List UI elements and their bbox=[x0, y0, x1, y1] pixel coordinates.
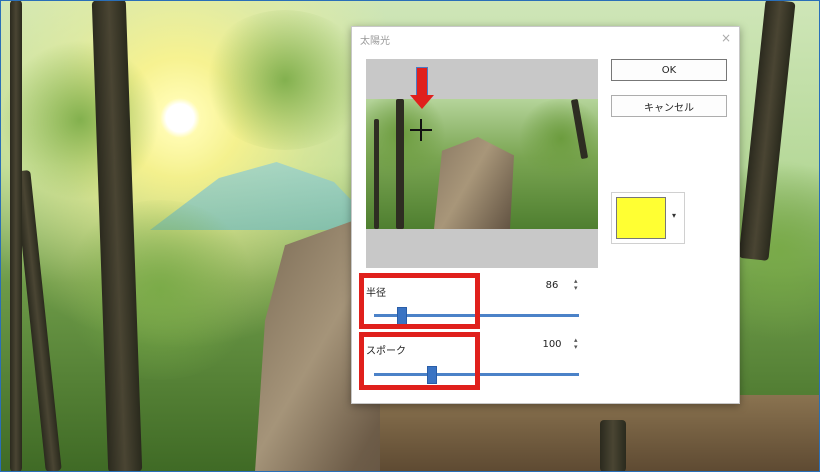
preview-rock bbox=[434, 137, 514, 229]
tree-stump bbox=[600, 420, 626, 472]
spoke-value-input[interactable]: 100 bbox=[538, 336, 566, 352]
color-swatch bbox=[616, 197, 666, 239]
sunlight-dialog: 太陽光 × OK キャンセル ▾ 半径 86 ▴ ▾ スポーク 100 ▴ ▾ bbox=[351, 26, 740, 404]
tree-trunk bbox=[10, 0, 22, 472]
cancel-button[interactable]: キャンセル bbox=[611, 95, 727, 117]
spoke-highlight-box bbox=[359, 332, 480, 390]
preview-pane[interactable] bbox=[366, 59, 598, 268]
radius-value-input[interactable]: 86 bbox=[538, 277, 566, 293]
spoke-slider-thumb[interactable] bbox=[427, 366, 437, 384]
spin-down-icon[interactable]: ▾ bbox=[574, 344, 578, 351]
preview-foliage bbox=[516, 99, 598, 179]
preview-image bbox=[366, 99, 598, 229]
spin-down-icon[interactable]: ▾ bbox=[574, 285, 578, 292]
crosshair-icon[interactable] bbox=[410, 119, 432, 141]
radius-slider[interactable] bbox=[374, 307, 579, 325]
red-arrow-annotation bbox=[416, 67, 428, 97]
ok-button[interactable]: OK bbox=[611, 59, 727, 81]
spoke-label: スポーク bbox=[366, 346, 406, 357]
radius-label: 半径 bbox=[366, 288, 386, 299]
radius-spin-buttons[interactable]: ▴ ▾ bbox=[574, 278, 578, 292]
radius-slider-thumb[interactable] bbox=[397, 307, 407, 325]
spoke-spin-buttons[interactable]: ▴ ▾ bbox=[574, 337, 578, 351]
close-icon[interactable]: × bbox=[721, 31, 731, 45]
preview-tree-trunk bbox=[374, 119, 379, 229]
dialog-title: 太陽光 bbox=[360, 36, 390, 47]
foliage bbox=[200, 10, 370, 150]
preview-tree-trunk bbox=[396, 99, 404, 229]
radius-highlight-box bbox=[359, 273, 480, 329]
spoke-slider[interactable] bbox=[374, 366, 579, 384]
chevron-down-icon: ▾ bbox=[672, 211, 677, 220]
foliage bbox=[60, 200, 260, 380]
color-picker[interactable]: ▾ bbox=[611, 192, 685, 244]
red-arrow-head bbox=[410, 95, 434, 109]
